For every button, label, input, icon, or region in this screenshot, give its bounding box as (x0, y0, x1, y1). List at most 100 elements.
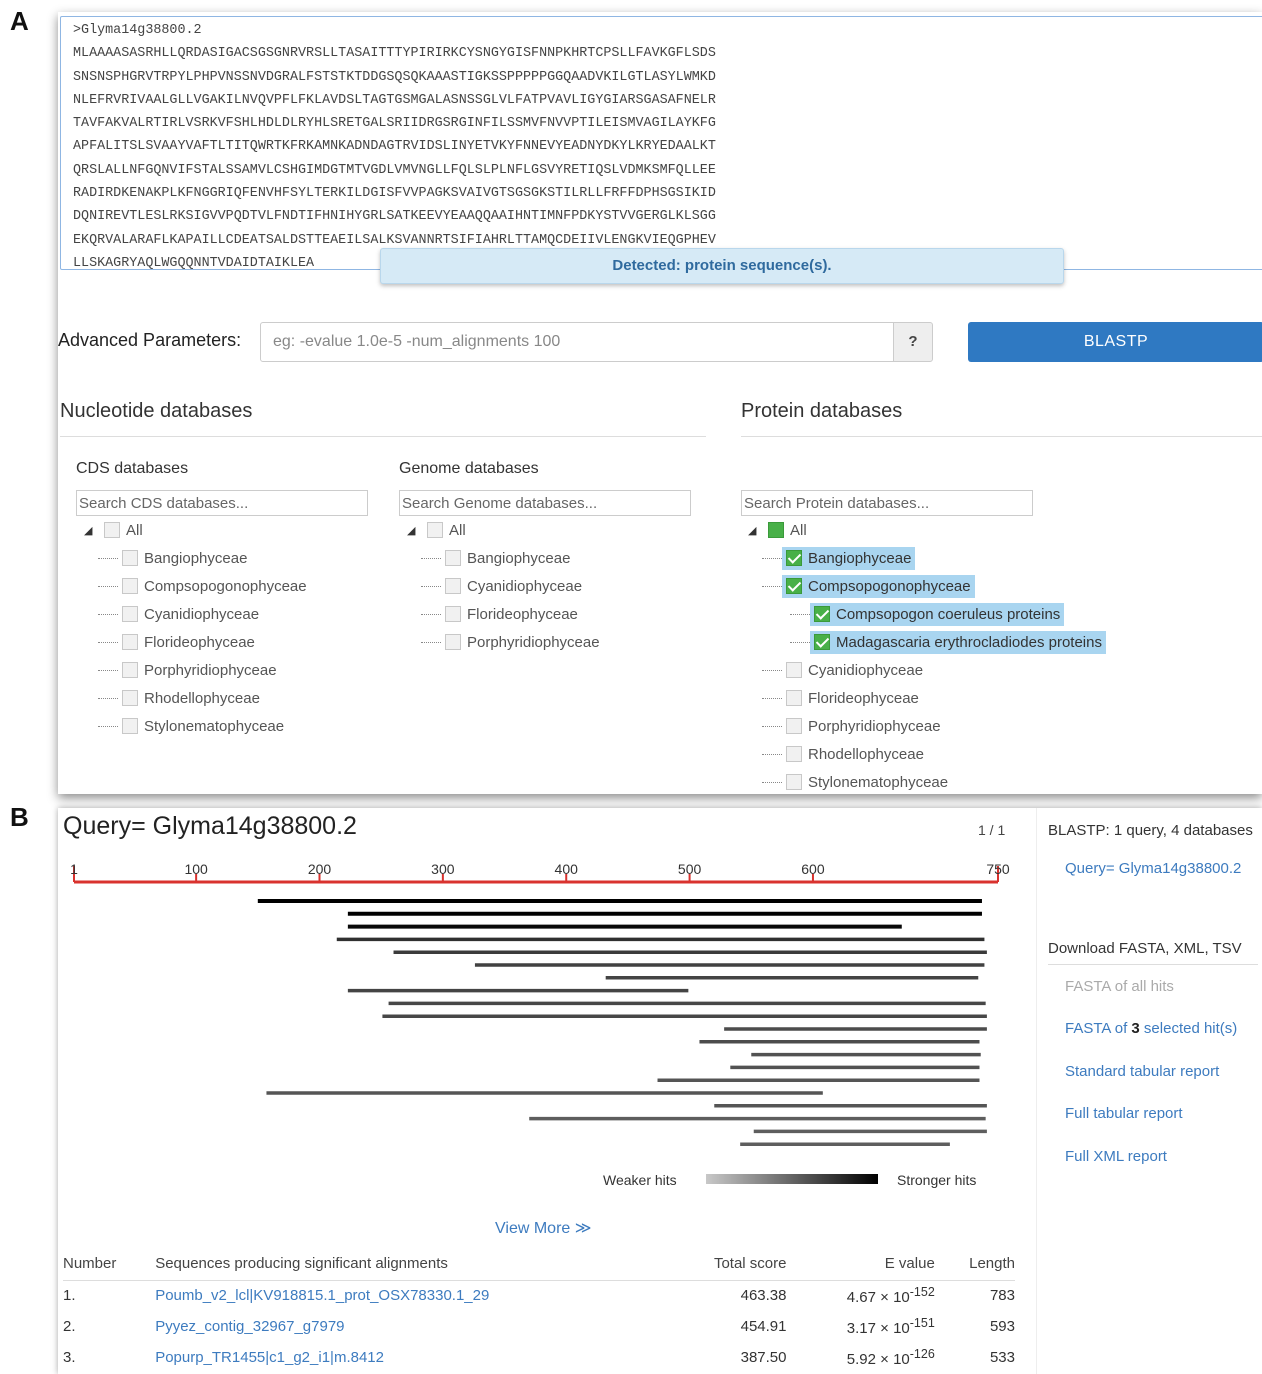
view-more-link[interactable]: View More ≫ (495, 1218, 591, 1238)
tree-item[interactable]: Porphyridiophyceae (98, 656, 307, 684)
tree-item[interactable]: Florideophyceae (98, 628, 307, 656)
genome-search-input[interactable] (399, 490, 691, 516)
tree-item-label: Cyanidiophyceae (467, 577, 583, 595)
protein-tree-item[interactable]: Madagascaria erythrocladiodes proteins (790, 628, 1106, 656)
checkbox-icon[interactable] (768, 522, 784, 538)
tree-connector (762, 697, 782, 699)
checkbox-icon[interactable] (122, 662, 138, 678)
checkbox-icon[interactable] (122, 550, 138, 566)
protein-tree-item[interactable]: Rhodellophyceae (762, 740, 1106, 768)
fasta-selected-link[interactable]: FASTA of 3 selected hit(s) (1065, 1020, 1237, 1037)
sequence-line: QRSLALLNFGQNVIFSTALSSAMVLCSHGIMDGTMTVGDL… (73, 162, 716, 178)
checkbox-icon[interactable] (786, 662, 802, 678)
tree-collapse-icon[interactable]: ◢ (407, 524, 427, 537)
cds-search-input[interactable] (76, 490, 368, 516)
header-length: Length (934, 1248, 1015, 1281)
checkbox-icon[interactable] (786, 718, 802, 734)
evalue-exponent: -151 (909, 1316, 935, 1330)
tree-item[interactable]: Porphyridiophyceae (421, 628, 600, 656)
tree-connector (762, 753, 782, 755)
tree-item-label: All (126, 521, 143, 539)
checkbox-icon[interactable] (786, 746, 802, 762)
legend-stronger-label: Stronger hits (897, 1172, 977, 1188)
standard-tabular-link[interactable]: Standard tabular report (1065, 1063, 1219, 1080)
checkbox-icon[interactable] (814, 606, 830, 622)
hit-sequence-link[interactable]: Popurp_TR1455|c1_g2_i1|m.8412 (155, 1349, 384, 1366)
header-number: Number (63, 1248, 156, 1281)
tree-item[interactable]: Florideophyceae (421, 600, 600, 628)
tree-connector (98, 585, 118, 587)
sidebar-query-link[interactable]: Query= Glyma14g38800.2 (1065, 860, 1241, 877)
sequence-line: DQNIREVTLESLRKSIGVVPQDTVLFNDTIFHNIHYGRLS… (73, 209, 716, 225)
protein-search-input[interactable] (741, 490, 1033, 516)
tree-collapse-icon[interactable]: ◢ (748, 524, 768, 537)
sequence-line: NLEFRVRIVAALGLLVGAKILNVQVPFLFKLAVDSLTAGT… (73, 92, 716, 108)
ruler-tick-label: 1 (70, 861, 78, 877)
tree-item[interactable]: Bangiophyceae (98, 544, 307, 572)
tree-connector (762, 585, 782, 587)
tree-connector (421, 585, 441, 587)
table-row: 2. Pyyez_contig_32967_g7979 454.91 3.17 × 1… (63, 1311, 1015, 1342)
hit-sequence-link[interactable]: Poumb_v2_lcl|KV918815.1_prot_OSX78330.1_… (155, 1287, 489, 1304)
checkbox-icon[interactable] (122, 578, 138, 594)
tree-collapse-icon[interactable]: ◢ (84, 524, 104, 537)
ruler-tick-label: 200 (308, 861, 332, 877)
cds-db-heading: CDS databases (76, 460, 189, 477)
sequence-textarea[interactable]: >Glyma14g38800.2 MLAAAASASRHLLQRDASIGACSG… (60, 16, 1262, 270)
checkbox-icon[interactable] (122, 606, 138, 622)
legend-gradient (706, 1174, 878, 1184)
table-row: 1. Poumb_v2_lcl|KV918815.1_prot_OSX78330.… (63, 1280, 1015, 1311)
protein-tree-item[interactable]: Stylonematophyceae (762, 768, 1106, 796)
checkbox-icon[interactable] (445, 578, 461, 594)
blastp-button[interactable]: BLASTP (968, 322, 1262, 362)
tree-item-all[interactable]: ◢ All (748, 516, 1106, 544)
fasta-all-hits-link[interactable]: FASTA of all hits (1065, 978, 1174, 995)
protein-tree-item[interactable]: Porphyridiophyceae (762, 712, 1106, 740)
full-xml-link[interactable]: Full XML report (1065, 1148, 1167, 1165)
tree-item[interactable]: Stylonematophyceae (98, 712, 307, 740)
tree-item[interactable]: Cyanidiophyceae (98, 600, 307, 628)
advanced-params-input[interactable] (260, 322, 894, 362)
checkbox-icon[interactable] (445, 634, 461, 650)
checkbox-icon[interactable] (786, 774, 802, 790)
checkbox-icon[interactable] (122, 690, 138, 706)
header-evalue: E value (786, 1248, 935, 1281)
tree-item-label: Bangiophyceae (808, 549, 912, 567)
tree-connector (98, 557, 118, 559)
checkbox-icon[interactable] (786, 578, 802, 594)
row-evalue: 5.92 × 10-126 (787, 1342, 935, 1373)
tree-item[interactable]: Bangiophyceae (421, 544, 600, 572)
protein-tree-item[interactable]: Compsopogon coeruleus proteins (790, 600, 1106, 628)
evalue-base: 4.67 × 10 (846, 1289, 910, 1307)
tree-item[interactable]: Cyanidiophyceae (421, 572, 600, 600)
protein-tree-item[interactable]: Compsopogonophyceae (762, 572, 1106, 600)
tree-item-label: Madagascaria erythrocladiodes proteins (836, 633, 1102, 651)
tree-connector (762, 781, 782, 783)
hit-sequence-link[interactable]: Pyyez_contig_32967_g7979 (155, 1318, 344, 1335)
checkbox-icon[interactable] (786, 550, 802, 566)
checkbox-icon[interactable] (104, 522, 120, 538)
tree-item[interactable]: Rhodellophyceae (98, 684, 307, 712)
checkbox-icon[interactable] (122, 718, 138, 734)
protein-tree-item[interactable]: Bangiophyceae (762, 544, 1106, 572)
row-total-score: 454.91 (740, 1318, 787, 1335)
checkbox-icon[interactable] (786, 690, 802, 706)
tree-item[interactable]: Compsopogonophyceae (98, 572, 307, 600)
checkbox-icon[interactable] (814, 634, 830, 650)
full-tabular-link[interactable]: Full tabular report (1065, 1105, 1183, 1122)
tree-item-label: Stylonematophyceae (144, 717, 285, 735)
protein-tree-item[interactable]: Cyanidiophyceae (762, 656, 1106, 684)
checkbox-icon[interactable] (427, 522, 443, 538)
tree-item-all[interactable]: ◢ All (84, 516, 307, 544)
cds-tree: ◢ All Bangiophyceae Compsopogonophyceae Cyan… (84, 516, 307, 740)
tree-item-label: Compsopogonophyceae (808, 577, 971, 595)
checkbox-icon[interactable] (122, 634, 138, 650)
checkbox-icon[interactable] (445, 606, 461, 622)
protein-tree-item[interactable]: Florideophyceae (762, 684, 1106, 712)
tree-item-all[interactable]: ◢ All (407, 516, 600, 544)
checkbox-icon[interactable] (445, 550, 461, 566)
tree-item-label: Florideophyceae (144, 633, 255, 651)
advanced-help-button[interactable]: ? (893, 322, 933, 362)
sequence-line: SNSNSPHGRVTRPYLPHPVNSSNVDGRALFSTSTKTDDGS… (73, 69, 716, 85)
evalue-base: 5.92 × 10 (846, 1351, 910, 1368)
